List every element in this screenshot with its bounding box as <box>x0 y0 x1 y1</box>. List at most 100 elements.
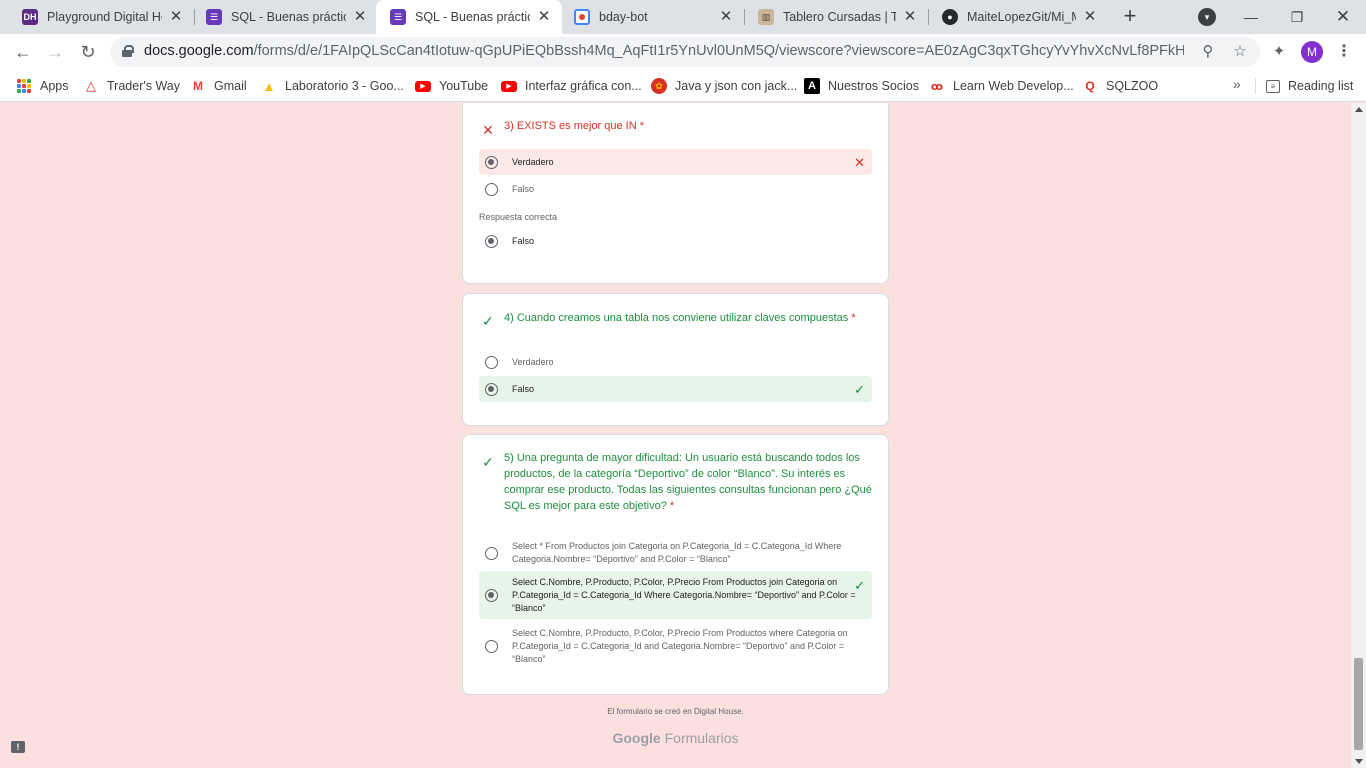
radio-unchecked[interactable] <box>485 182 498 196</box>
reading-list-icon: ≡ <box>1266 79 1280 93</box>
check-mark-icon: ✓ <box>482 454 494 470</box>
bookmark-learn-web-develop[interactable]: ꝏ Learn Web Develop... <box>929 76 1074 96</box>
option-query-2-selected-correct[interactable]: Select C.Nombre, P.Producto, P.Color, P.… <box>479 571 872 619</box>
bookmark-sqlzoo[interactable]: Q SQLZOO <box>1082 76 1158 96</box>
radio-unchecked[interactable] <box>485 639 498 653</box>
bookmark-laboratorio-3[interactable]: ▲ Laboratorio 3 - Goo... <box>261 76 404 96</box>
option-query-3[interactable]: Select C.Nombre, P.Producto, P.Color, P.… <box>479 624 872 668</box>
bookmark-gmail[interactable]: M Gmail <box>190 76 247 96</box>
tab-strip: DH Playground Digital House ✕ ☰ SQL - Bu… <box>0 0 1366 34</box>
question-title: 5) Una pregunta de mayor dificultad: Un … <box>504 450 872 514</box>
option-label: Select * From Productos join Categoria o… <box>512 541 842 564</box>
option-label: Falso <box>512 183 535 194</box>
close-tab-icon[interactable]: ✕ <box>352 9 368 25</box>
tab-title: SQL - Buenas prácticas <box>231 10 346 24</box>
bookmark-apps[interactable]: Apps <box>16 76 69 96</box>
question-title: 3) EXISTS es mejor que IN * <box>504 118 874 134</box>
report-feedback-icon[interactable]: ! <box>11 741 25 753</box>
dh-logo-icon: DH <box>22 9 38 25</box>
bookmark-youtube[interactable]: ▶ YouTube <box>415 76 488 96</box>
extensions-puzzle-icon[interactable]: ✦ <box>1268 41 1290 63</box>
bookmark-star-icon[interactable]: ☆ <box>1230 42 1250 62</box>
tab-sql-buenas-practicas-1[interactable]: ☰ SQL - Buenas prácticas ✕ <box>192 0 378 34</box>
tab-github-mi-monedero[interactable]: ● MaiteLopezGit/Mi_Monedero ✕ <box>928 0 1108 34</box>
bookmark-traders-way[interactable]: △ Trader's Way <box>83 76 180 96</box>
radio-checked[interactable] <box>485 382 498 396</box>
tab-title: MaiteLopezGit/Mi_Monedero <box>967 10 1076 24</box>
forms-icon: ☰ <box>206 9 222 25</box>
tab-title: SQL - Buenas prácticas <box>415 10 530 24</box>
option-label: Verdadero <box>512 156 554 167</box>
reload-icon[interactable]: ↻ <box>74 38 102 66</box>
restore-icon[interactable]: ❐ <box>1274 0 1320 34</box>
close-tab-icon[interactable]: ✕ <box>536 9 552 25</box>
address-bar[interactable]: docs.google.com/forms/d/e/1FAIpQLScCan4t… <box>110 37 1260 67</box>
bookmark-label: Learn Web Develop... <box>953 79 1074 93</box>
radio-checked[interactable] <box>485 155 498 169</box>
url-host: docs.google.com <box>144 43 254 59</box>
page-scrollbar[interactable] <box>1351 103 1366 768</box>
close-tab-icon[interactable]: ✕ <box>718 9 734 25</box>
tab-title: bday-bot <box>599 10 648 24</box>
bookmark-interfaz-grafica[interactable]: ▶ Interfaz gráfica con... <box>501 76 642 96</box>
close-window-icon[interactable]: ✕ <box>1320 0 1366 34</box>
scroll-up-icon[interactable] <box>1355 107 1363 112</box>
correct-answer-icon: ✓ <box>854 578 865 593</box>
url-text[interactable]: docs.google.com/forms/d/e/1FAIpQLScCan4t… <box>144 43 1184 59</box>
wrong-mark-icon: ✕ <box>482 122 494 138</box>
browser-toolbar: ← → ↻ docs.google.com/forms/d/e/1FAIpQLS… <box>0 34 1366 70</box>
bookmark-label: Gmail <box>214 79 247 93</box>
tab-search-icon[interactable]: ▾ <box>1198 8 1216 26</box>
radio-checked <box>485 234 498 248</box>
tab-playground-digital-house[interactable]: DH Playground Digital House ✕ <box>8 0 194 34</box>
google-forms-logo[interactable]: Google Formularios <box>462 730 889 746</box>
more-bookmarks-icon[interactable]: » <box>1233 76 1241 92</box>
required-asterisk: * <box>639 120 645 132</box>
radio-checked[interactable] <box>485 588 498 602</box>
new-tab-button[interactable]: + <box>1118 5 1142 29</box>
question-card-4: ✓ 4) Cuando creamos una tabla nos convie… <box>462 293 889 426</box>
check-mark-icon: ✓ <box>482 313 494 329</box>
option-falso[interactable]: Falso <box>479 176 872 202</box>
bookmark-label: Interfaz gráfica con... <box>525 79 642 93</box>
option-query-1[interactable]: Select * From Productos join Categoria o… <box>479 538 872 568</box>
gmail-icon: M <box>193 79 203 93</box>
footer-brand-google: Google <box>612 730 661 746</box>
correct-answer-icon: ✓ <box>854 381 865 397</box>
question-card-3: ✕ 3) EXISTS es mejor que IN * Verdadero … <box>462 103 889 284</box>
close-tab-icon[interactable]: ✕ <box>902 9 918 25</box>
tab-bday-bot[interactable]: bday-bot ✕ <box>560 0 744 34</box>
profile-avatar[interactable]: M <box>1301 41 1323 63</box>
radio-unchecked[interactable] <box>485 546 498 560</box>
option-falso-selected-correct[interactable]: Falso ✓ <box>479 376 872 402</box>
forward-icon[interactable]: → <box>41 38 69 66</box>
bookmarks-bar: Apps △ Trader's Way M Gmail ▲ Laboratori… <box>0 70 1366 102</box>
option-label: Verdadero <box>512 356 554 367</box>
bookmark-label: SQLZOO <box>1106 79 1159 93</box>
github-icon: ● <box>942 9 958 25</box>
tab-tablero-cursadas[interactable]: ▥ Tablero Cursadas | Trello ✕ <box>744 0 928 34</box>
calendar-icon <box>574 9 590 25</box>
correct-answer-option: Falso <box>479 228 872 254</box>
scroll-down-icon[interactable] <box>1355 759 1363 764</box>
close-tab-icon[interactable]: ✕ <box>168 9 184 25</box>
apps-grid-icon <box>16 78 32 94</box>
radio-unchecked[interactable] <box>485 355 498 369</box>
lock-icon[interactable] <box>122 45 134 57</box>
option-verdadero-selected-wrong[interactable]: Verdadero ✕ <box>479 149 872 175</box>
tab-sql-buenas-practicas-active[interactable]: ☰ SQL - Buenas prácticas ✕ <box>376 0 562 34</box>
mdn-icon: ꝏ <box>930 80 944 93</box>
bookmark-java-json[interactable]: ✿ Java y json con jack... <box>651 76 797 96</box>
required-asterisk: * <box>851 312 856 324</box>
scrollbar-thumb[interactable] <box>1354 658 1363 750</box>
zoom-icon[interactable]: ⚲ <box>1198 42 1218 62</box>
option-verdadero[interactable]: Verdadero <box>479 349 872 375</box>
bookmark-nuestros-socios[interactable]: A Nuestros Socios <box>804 76 919 96</box>
question-title-text: 4) Cuando creamos una tabla nos conviene… <box>504 312 849 324</box>
question-title-text: 3) EXISTS es mejor que IN <box>504 120 637 132</box>
minimize-icon[interactable]: — <box>1228 0 1274 34</box>
kebab-menu-icon[interactable]: ⋮ <box>1336 41 1352 63</box>
reading-list-button[interactable]: ≡ Reading list <box>1266 76 1353 96</box>
back-icon[interactable]: ← <box>9 38 37 66</box>
close-tab-icon[interactable]: ✕ <box>1082 9 1098 25</box>
